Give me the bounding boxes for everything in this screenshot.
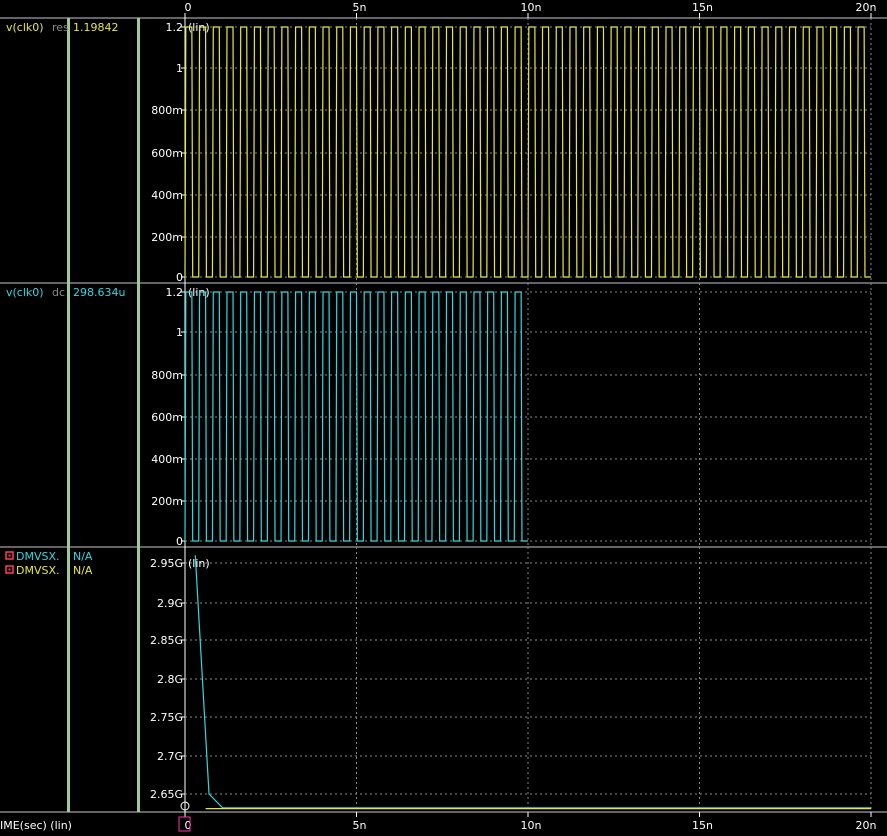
y-tick-label: 0 bbox=[176, 271, 183, 284]
signal-name[interactable]: v(clk0) bbox=[6, 21, 44, 34]
x-tick-label-bottom: 15n bbox=[692, 819, 713, 832]
y-tick-label: 1.2 bbox=[166, 286, 184, 299]
signal-value: 298.634u bbox=[73, 286, 125, 299]
y-tick-label: 2.8G bbox=[157, 673, 183, 686]
y-tick-label: 2.85G bbox=[150, 634, 183, 647]
y-tick-label: 0 bbox=[176, 535, 183, 548]
y-tick-label: 2.65G bbox=[150, 788, 183, 801]
waveform-canvas[interactable]: 0 5n 10n 15n 20n 0 5n 10n 15n 20n IME(sec) (lin) 1.… bbox=[0, 0, 887, 836]
y-tick-label: 200m bbox=[151, 231, 183, 244]
signal-value: 1.19842 bbox=[73, 21, 119, 34]
x-tick-label-bottom: 10n bbox=[521, 819, 542, 832]
signal-name[interactable]: DMVSX. bbox=[16, 564, 60, 577]
y-tick-label: 800m bbox=[151, 104, 183, 117]
square-marker-dot bbox=[8, 568, 11, 571]
y-tick-label: 2.7G bbox=[157, 750, 183, 763]
x-tick-label-top: 0 bbox=[185, 1, 192, 14]
y-tick-label: 2.9G bbox=[157, 597, 183, 610]
y-tick-label: 1.2 bbox=[166, 21, 184, 34]
x-tick-label-top: 10n bbox=[521, 1, 542, 14]
column-divider-value[interactable] bbox=[137, 18, 140, 812]
x-tick-label-bottom: 5n bbox=[353, 819, 367, 832]
x-axis-unit-label: IME(sec) (lin) bbox=[0, 819, 72, 832]
y-tick-label: 2.95G bbox=[150, 557, 183, 570]
signal-analysis: dc bbox=[52, 286, 65, 299]
scale-note: (lin) bbox=[188, 557, 210, 570]
signal-value: N/A bbox=[73, 550, 93, 563]
x-tick-label-top: 15n bbox=[692, 1, 713, 14]
y-tick-label: 1 bbox=[176, 62, 183, 75]
y-tick-label: 600m bbox=[151, 411, 183, 424]
waveform-viewer: 0 5n 10n 15n 20n 0 5n 10n 15n 20n IME(sec) (lin) 1.… bbox=[0, 0, 887, 836]
y-tick-label: 400m bbox=[151, 453, 183, 466]
square-marker-dot bbox=[8, 554, 11, 557]
x-tick-label-top: 5n bbox=[353, 1, 367, 14]
y-tick-label: 1 bbox=[176, 326, 183, 339]
signal-analysis: res bbox=[52, 21, 69, 34]
y-tick-label: 400m bbox=[151, 189, 183, 202]
x-tick-label-bottom: 20n bbox=[856, 819, 877, 832]
y-tick-label: 600m bbox=[151, 147, 183, 160]
y-tick-label: 800m bbox=[151, 369, 183, 382]
signal-name[interactable]: v(clk0) bbox=[6, 286, 44, 299]
column-divider-name[interactable] bbox=[67, 18, 70, 812]
y-tick-label: 2.75G bbox=[150, 711, 183, 724]
x-tick-label-top: 20n bbox=[856, 1, 877, 14]
signal-value: N/A bbox=[73, 564, 93, 577]
y-tick-label: 200m bbox=[151, 495, 183, 508]
signal-name[interactable]: DMVSX. bbox=[16, 550, 60, 563]
trace-dmvsx-cyan[interactable] bbox=[194, 555, 871, 809]
